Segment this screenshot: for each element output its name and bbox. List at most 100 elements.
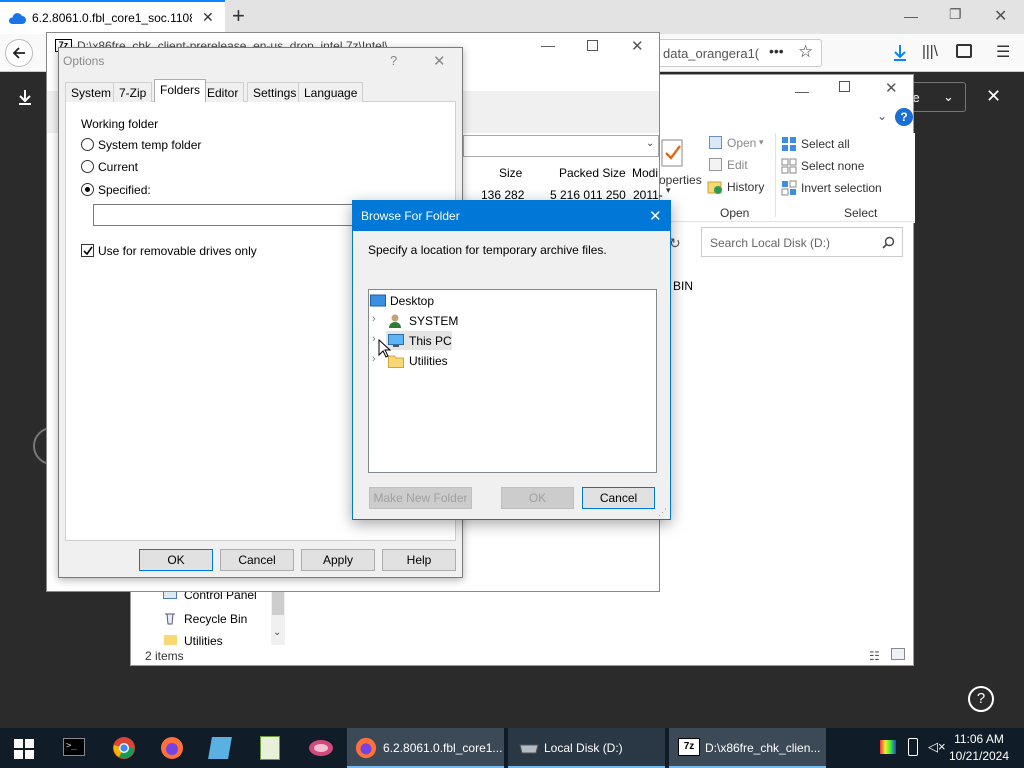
explorer-help-icon[interactable]: ? [895,108,913,126]
folder-tree: Desktop › SYSTEM › This PC › Utilities [368,289,657,473]
path-dropdown-icon[interactable]: ⌄ [646,138,654,149]
open-button[interactable]: Open [727,136,756,150]
bookmark-star-icon[interactable]: ☆ [798,42,813,62]
tree-item-this-pc[interactable]: › This PC [369,331,656,351]
details-view-icon[interactable]: ☷ [869,649,880,663]
browser-tab[interactable]: 6.2.8061.0.fbl_core1_soc.11080 ✕ [0,0,225,34]
history-button[interactable]: History [727,180,764,194]
7zip-path-box[interactable]: ⌄ [463,135,659,157]
app-icon-pink[interactable] [308,736,334,760]
restore-icon[interactable]: ❐ [949,6,962,23]
color-tray-icon[interactable] [880,740,896,754]
user-icon [389,314,401,328]
invert-selection-button[interactable]: Invert selection [801,181,882,195]
nav-recycle-bin[interactable]: Recycle Bin [184,612,247,626]
browse-ok-button[interactable]: OK [501,487,574,509]
clock-time[interactable]: 11:06 AM [948,732,1010,746]
ribbon-divider [775,133,776,217]
options-cancel-button[interactable]: Cancel [220,549,294,571]
open-dropdown-icon[interactable]: ▾ [759,137,764,148]
download-arrow-icon[interactable] [16,88,34,106]
ribbon-collapse-icon[interactable]: ⌄ [877,109,887,123]
options-ok-button[interactable]: OK [139,549,213,571]
clock-date[interactable]: 10/21/2024 [948,749,1010,763]
tab-folders[interactable]: Folders [154,79,207,102]
expand-chevron-icon[interactable]: › [372,313,376,325]
recycle-bin-icon [165,613,175,625]
nav-utilities[interactable]: Utilities [184,634,223,646]
page-actions-icon[interactable]: ••• [769,43,784,59]
browse-cancel-button[interactable]: Cancel [582,487,655,509]
tree-item-utilities[interactable]: › Utilities [369,351,656,371]
scroll-down-icon[interactable]: ⌄ [273,627,281,638]
expand-chevron-icon[interactable]: › [372,353,376,365]
tab-editor[interactable]: Editor [201,82,245,102]
help-icon[interactable]: ? [968,686,994,712]
status-bar-text: 2 items [145,649,184,663]
tab-close-icon[interactable]: ✕ [202,9,214,26]
browse-folder-dialog: Browse For Folder ✕ Specify a location f… [352,200,671,520]
minimize-icon[interactable]: — [904,8,918,24]
notification-close-icon[interactable]: ✕ [986,86,1001,107]
utilities-folder-icon [164,635,177,645]
select-none-button[interactable]: Select none [801,159,864,173]
list-item-bin[interactable]: BIN [673,279,693,293]
options-apply-button[interactable]: Apply [301,549,375,571]
specified-path-input[interactable] [93,204,373,226]
large-icons-view-icon[interactable] [891,648,905,660]
firefox-icon[interactable] [160,736,184,760]
7zip-close-icon[interactable]: ✕ [631,37,644,55]
column-packed-size[interactable]: Packed Size [559,166,626,180]
sidebar-icon[interactable] [956,44,972,58]
tree-item-system[interactable]: › SYSTEM [369,311,656,331]
removable-drives-checkbox[interactable] [81,244,94,257]
tab-7zip[interactable]: 7-Zip [113,82,153,102]
tab-system[interactable]: System [65,82,118,102]
expand-chevron-icon[interactable]: › [372,333,376,345]
tab-language[interactable]: Language [298,82,364,102]
explorer-minimize-icon[interactable]: — [795,83,809,99]
windows-start-icon[interactable] [14,739,34,759]
radio-specified-label[interactable]: Specified: [98,183,151,197]
menu-icon[interactable]: ☰ [996,42,1010,62]
close-icon[interactable]: ✕ [994,6,1007,26]
new-tab-icon[interactable]: + [232,3,245,29]
radio-system-temp[interactable] [81,138,94,151]
options-close-icon[interactable]: ✕ [433,52,446,70]
removable-drives-label[interactable]: Use for removable drives only [98,244,257,258]
explorer-maximize-icon[interactable] [839,81,850,92]
task-7zip[interactable]: 7z D:\x86fre_chk_clien... [669,728,826,768]
column-modified[interactable]: Modi [632,166,658,180]
download-icon[interactable] [892,44,908,62]
resize-grip-icon[interactable]: ⋰ [658,507,667,518]
radio-current-label[interactable]: Current [98,160,138,174]
search-box[interactable]: Search Local Disk (D:) [701,227,903,257]
options-help-button[interactable]: ? [390,53,397,68]
tree-item-desktop[interactable]: Desktop [369,291,656,311]
chrome-icon[interactable] [112,736,136,760]
app-icon-blue[interactable] [208,737,232,759]
app-icon-green[interactable] [260,736,280,760]
explorer-close-icon[interactable]: ✕ [885,79,898,97]
7zip-minimize-icon[interactable]: — [541,37,555,53]
chevron-down-icon: ⌄ [943,89,954,104]
column-size[interactable]: Size [499,166,522,180]
options-help-button-bottom[interactable]: Help [382,549,456,571]
tab-settings[interactable]: Settings [247,82,303,102]
radio-system-temp-label[interactable]: System temp folder [98,138,201,152]
cmd-icon[interactable]: >_ [63,738,85,756]
browse-close-icon[interactable]: ✕ [649,207,662,225]
back-button[interactable] [5,39,33,67]
task-explorer[interactable]: Local Disk (D:) [508,728,665,768]
select-all-button[interactable]: Select all [801,137,850,151]
task-firefox[interactable]: 6.2.8061.0.fbl_core1... [347,728,504,768]
properties-icon[interactable] [661,139,685,167]
edit-button[interactable]: Edit [727,158,748,172]
7zip-maximize-icon[interactable] [587,40,598,51]
usb-icon[interactable] [908,738,918,756]
radio-current[interactable] [81,160,94,173]
library-icon[interactable]: |||\ [922,43,938,60]
volume-muted-icon[interactable]: ◁× [928,739,946,755]
make-new-folder-button[interactable]: Make New Folder [369,487,472,509]
radio-specified[interactable] [81,183,94,196]
